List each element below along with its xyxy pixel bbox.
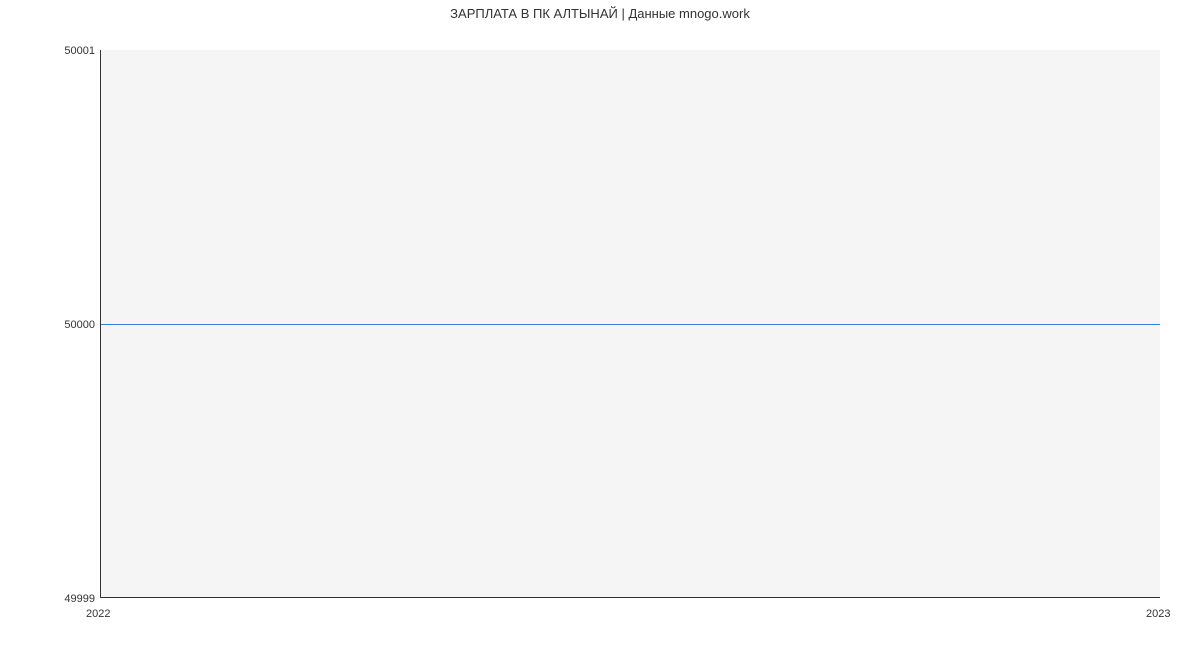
plot-area (100, 50, 1160, 598)
y-tick-50000: 50000 (45, 320, 95, 331)
y-tick-50001: 50001 (45, 46, 95, 57)
series-line-salary (101, 324, 1160, 325)
chart-title: ЗАРПЛАТА В ПК АЛТЫНАЙ | Данные mnogo.wor… (0, 6, 1200, 21)
y-tick-49999: 49999 (45, 594, 95, 605)
x-tick-2022: 2022 (86, 609, 110, 620)
salary-chart: ЗАРПЛАТА В ПК АЛТЫНАЙ | Данные mnogo.wor… (0, 0, 1200, 650)
x-tick-2023: 2023 (1146, 609, 1170, 620)
